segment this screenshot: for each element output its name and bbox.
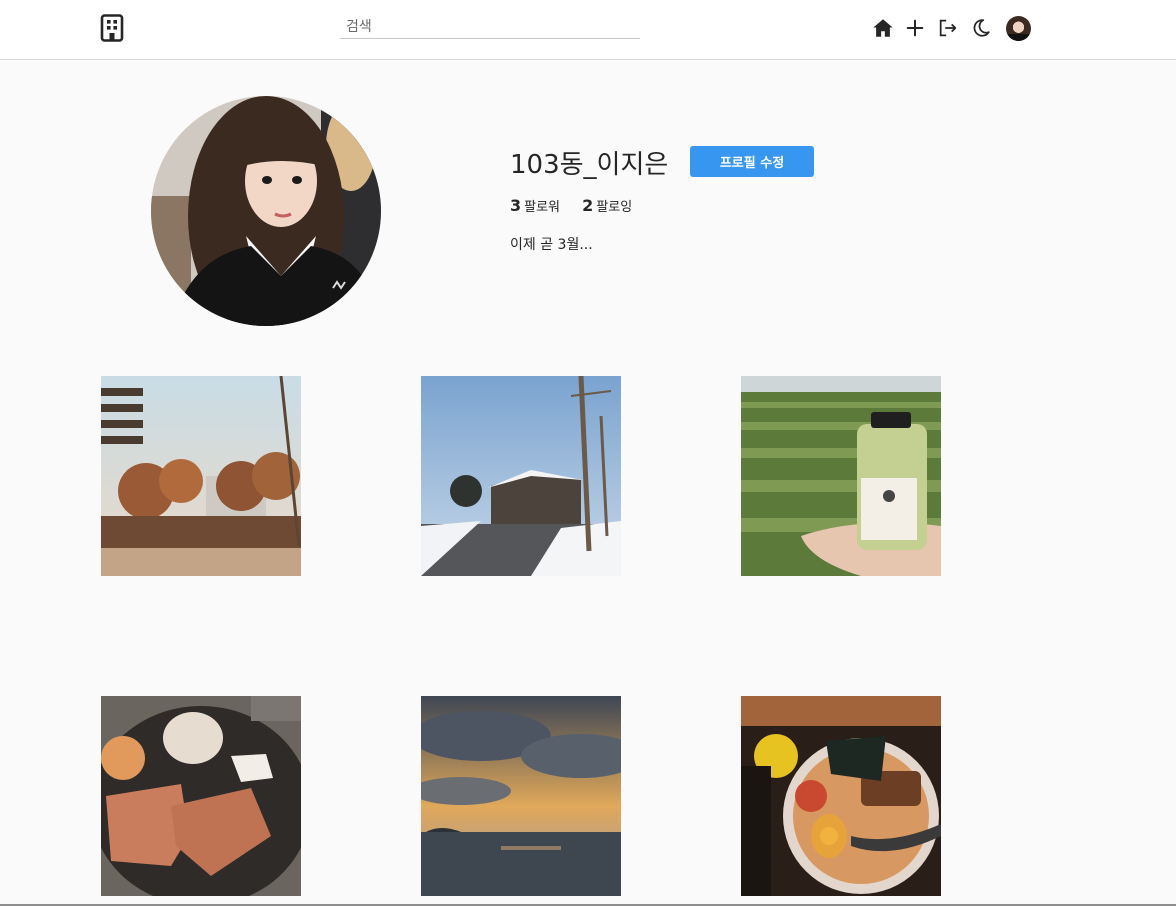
- post-thumbnail[interactable]: [101, 376, 301, 576]
- profile-picture[interactable]: [151, 96, 381, 326]
- profile-stats: 3 팔로워 2 팔로잉: [510, 196, 650, 215]
- sunset-sea-photo: [421, 696, 621, 896]
- snowy-town-photo: [421, 376, 621, 576]
- edit-profile-button[interactable]: 프로필 수정: [690, 146, 814, 177]
- ramen-bowl-photo: [741, 696, 941, 896]
- autumn-street-photo: [101, 376, 301, 576]
- following-stat[interactable]: 2 팔로잉: [582, 196, 632, 215]
- logout-icon[interactable]: [937, 17, 959, 39]
- post-thumbnail[interactable]: [421, 696, 621, 896]
- following-label: 팔로잉: [596, 200, 633, 215]
- home-icon[interactable]: [872, 17, 894, 39]
- top-navigation-bar: [0, 0, 1176, 60]
- followers-stat[interactable]: 3 팔로워: [510, 196, 560, 215]
- green-tea-field-bottle-photo: [741, 376, 941, 576]
- following-count: 2: [582, 196, 594, 215]
- profile-bio: 이제 곧 3월...: [510, 237, 593, 253]
- building-logo-icon[interactable]: [100, 14, 124, 42]
- post-thumbnail[interactable]: [421, 376, 621, 576]
- search-bar: [340, 16, 640, 39]
- moon-icon[interactable]: [970, 17, 992, 39]
- nav-profile-avatar[interactable]: [1006, 16, 1031, 41]
- search-input[interactable]: [340, 17, 640, 37]
- profile-photo-image: [151, 96, 381, 326]
- plus-icon[interactable]: [904, 17, 926, 39]
- tonkatsu-plate-photo: [101, 696, 301, 896]
- followers-label: 팔로워: [524, 200, 561, 215]
- profile-username: 103동_이지은: [510, 150, 669, 180]
- post-thumbnail[interactable]: [101, 696, 301, 896]
- followers-count: 3: [510, 196, 522, 215]
- post-thumbnail[interactable]: [741, 696, 941, 896]
- post-thumbnail[interactable]: [741, 376, 941, 576]
